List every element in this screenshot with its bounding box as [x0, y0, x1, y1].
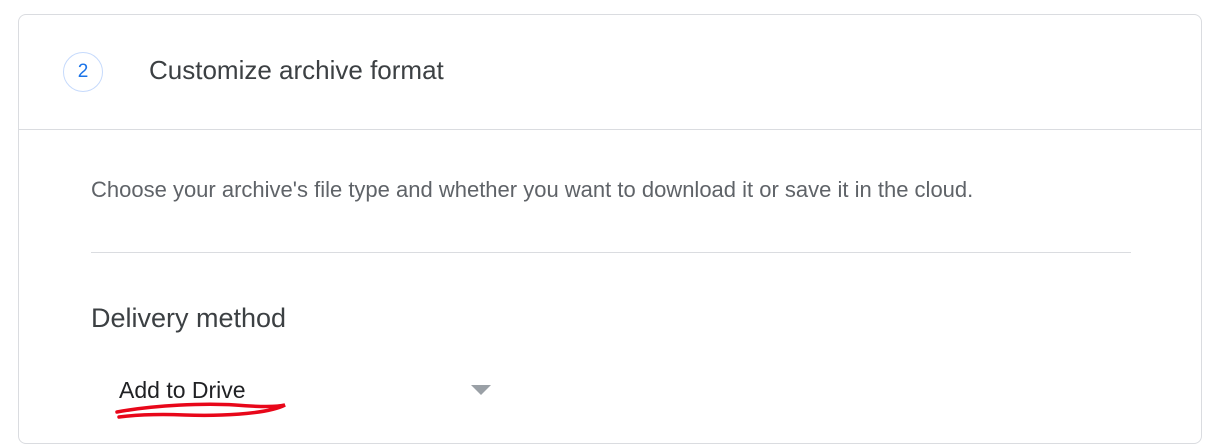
step-title: Customize archive format [149, 55, 444, 85]
step-header[interactable]: 2 Customize archive format [19, 15, 1201, 130]
step-number-badge: 2 [63, 52, 103, 92]
dropdown-arrow-icon [471, 385, 491, 395]
customize-archive-card: 2 Customize archive format Choose your a… [18, 14, 1202, 444]
delivery-method-value: Add to Drive [119, 377, 246, 403]
delivery-method-heading: Delivery method [91, 303, 287, 333]
step-description: Choose your archive's file type and whet… [91, 177, 974, 202]
section-divider [91, 252, 1131, 253]
red-underline-annotation [115, 402, 286, 419]
